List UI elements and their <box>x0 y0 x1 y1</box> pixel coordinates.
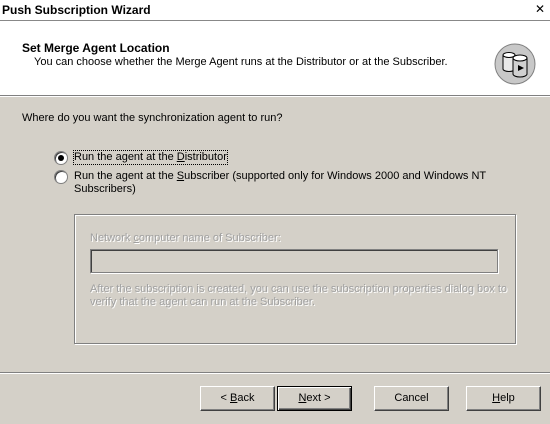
subscriber-name-input[interactable] <box>90 249 498 273</box>
location-question: Where do you want the synchronization ag… <box>22 112 283 124</box>
option-distributor[interactable]: Run the agent at the Distributor <box>54 150 228 165</box>
close-icon[interactable]: ✕ <box>532 2 548 18</box>
page-description: You can choose whether the Merge Agent r… <box>34 56 448 68</box>
window-title: Push Subscription Wizard <box>2 3 151 17</box>
next-button[interactable]: Next > <box>277 386 352 411</box>
distributor-radio[interactable] <box>54 151 68 165</box>
help-button[interactable]: Help <box>466 386 541 411</box>
page-title: Set Merge Agent Location <box>22 41 170 55</box>
button-bar-divider <box>0 372 550 374</box>
wizard-window: Push Subscription Wizard ✕ Set Merge Age… <box>0 0 550 424</box>
subscriber-name-label: Network computer name of Subscriber: <box>90 232 281 244</box>
distributor-label[interactable]: Run the agent at the Distributor <box>73 150 228 165</box>
title-bar: Push Subscription Wizard ✕ <box>0 0 550 21</box>
header-divider <box>0 96 550 97</box>
subscriber-help-text: After the subscription is created, you c… <box>90 283 508 308</box>
back-button[interactable]: < Back <box>200 386 275 411</box>
cancel-button[interactable]: Cancel <box>374 386 449 411</box>
subscriber-radio[interactable] <box>54 170 68 184</box>
database-cylinders-icon <box>494 43 536 85</box>
option-subscriber[interactable]: Run the agent at the Subscriber (support… <box>54 170 524 196</box>
wizard-header: Set Merge Agent Location You can choose … <box>0 21 550 96</box>
subscriber-label[interactable]: Run the agent at the Subscriber (support… <box>74 170 524 196</box>
